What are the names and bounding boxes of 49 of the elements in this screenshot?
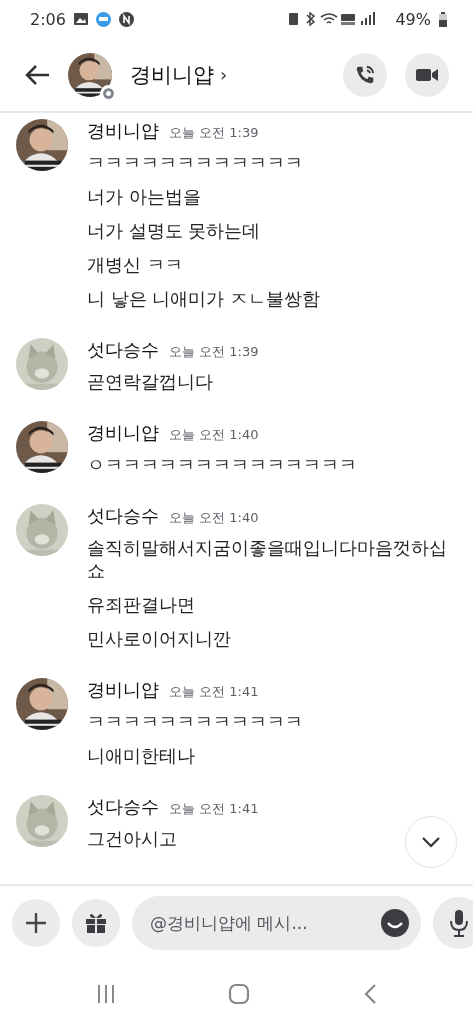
call-button[interactable] — [343, 52, 387, 97]
message-text: 곧연락갈껍니다 — [87, 371, 214, 394]
image-icon — [73, 13, 88, 25]
back-icon[interactable] — [24, 63, 50, 86]
message-text: ㅋㅋㅋㅋㅋㅋㅋㅋㅋㅋㅋㅋ — [87, 152, 304, 175]
chevron-icon: › — [220, 64, 228, 85]
message-text: 개병신 ㅋㅋ — [87, 254, 184, 277]
message-text: 니애미한테나 — [87, 745, 196, 768]
microphone-button[interactable] — [433, 897, 473, 949]
chevron-down-icon — [421, 836, 441, 848]
contact-name[interactable]: 경비니얍 — [130, 60, 214, 89]
message-time: 오늘 오전 1:40 — [169, 509, 259, 527]
gift-button[interactable] — [72, 899, 120, 947]
battery-level: 49% — [395, 9, 431, 29]
app-icon — [118, 11, 134, 27]
message-text: ㅋㅋㅋㅋㅋㅋㅋㅋㅋㅋㅋㅋ — [87, 711, 304, 734]
gift-icon — [84, 911, 108, 935]
message-text: 유죄판결나면 — [87, 594, 196, 617]
message-text: 그건아시고 — [87, 828, 178, 851]
author-name: 섯다승수 — [87, 795, 159, 819]
message-text: ㅇㅋㅋㅋㅋㅋㅋㅋㅋㅋㅋㅋㅋㅋㅋ — [87, 454, 358, 477]
message-time: 오늘 오전 1:39 — [169, 343, 259, 361]
message-text: 니 낳은 니애미가 ㅈㄴ불쌍함 — [87, 288, 321, 311]
message-time: 오늘 오전 1:41 — [169, 683, 259, 701]
phone-icon — [354, 63, 376, 86]
message-time: 오늘 오전 1:40 — [169, 426, 259, 444]
message-time: 오늘 오전 1:39 — [169, 124, 259, 142]
message-time: 오늘 오전 1:41 — [169, 800, 259, 818]
author-name: 섯다승수 — [87, 504, 159, 528]
battery-icon — [439, 11, 447, 27]
home-icon[interactable] — [228, 983, 251, 1005]
message-text: 솔직히말해서지굼이좋을때입니다마음껏하십쇼 — [87, 537, 448, 583]
recent-apps-icon[interactable] — [96, 984, 117, 1004]
video-camera-icon — [416, 66, 438, 83]
app-icon — [95, 11, 111, 27]
status-time: 2:06 — [30, 9, 66, 29]
author-name: 경비니얍 — [87, 119, 159, 143]
plus-icon — [24, 911, 48, 935]
author-name: 경비니얍 — [87, 421, 159, 445]
add-button[interactable] — [12, 899, 60, 947]
video-button[interactable] — [405, 52, 449, 97]
author-name: 섯다승수 — [87, 338, 159, 362]
emoji-icon[interactable] — [381, 909, 409, 937]
microphone-icon — [449, 909, 469, 937]
author-name: 경비니얍 — [87, 678, 159, 702]
message-text: 너가 아는법을 — [87, 186, 202, 209]
message-text: 너가 설명도 못하는데 — [87, 220, 262, 243]
message-field[interactable]: @경비니얍에 메시... — [132, 896, 421, 950]
message-text: 민사로이어지니깐 — [87, 628, 232, 651]
